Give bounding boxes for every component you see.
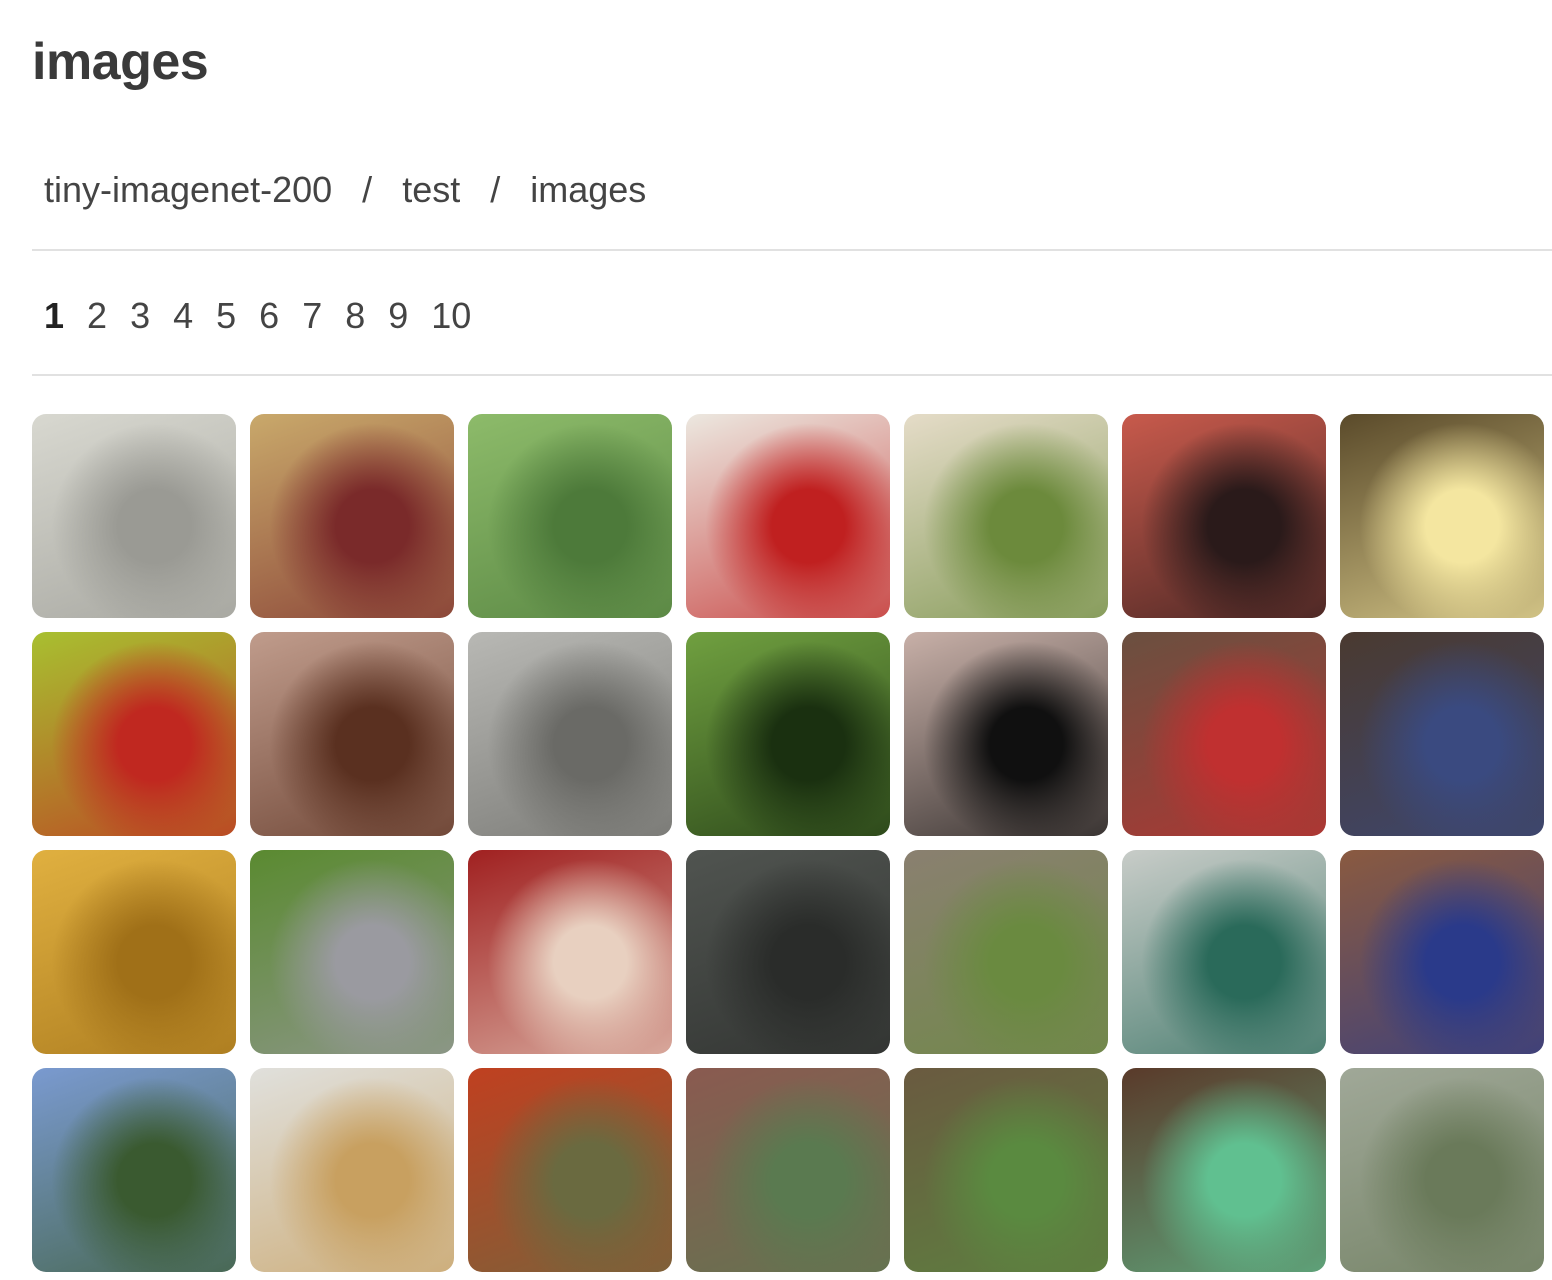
thumbnail-wall-lamps[interactable]: [1340, 414, 1544, 618]
thumbnail-tarantula[interactable]: [250, 632, 454, 836]
page-link-3[interactable]: 3: [130, 298, 150, 334]
page-link-9[interactable]: 9: [388, 298, 408, 334]
page-link-1: 1: [44, 295, 65, 336]
page: images tiny-imagenet-200 / test / images…: [0, 0, 1552, 1280]
thumbnail-insect-on-leaf[interactable]: [686, 632, 890, 836]
thumbnail-lawn-mower[interactable]: [250, 850, 454, 1054]
thumbnail-kimono[interactable]: [1122, 414, 1326, 618]
thumbnail-puppy-on-grass[interactable]: [904, 414, 1108, 618]
thumbnail-ladybug[interactable]: [32, 632, 236, 836]
page-link-5[interactable]: 5: [216, 298, 236, 334]
page-link-2[interactable]: 2: [87, 298, 107, 334]
thumbnail-mountain-valley[interactable]: [32, 1068, 236, 1272]
thumbnail-street-festival[interactable]: [1122, 632, 1326, 836]
thumbnail-pizza[interactable]: [468, 1068, 672, 1272]
divider: [32, 374, 1552, 376]
breadcrumb-item-test[interactable]: test: [402, 172, 460, 208]
pagination: 1 2 3 4 5 6 7 8 9 10: [44, 298, 494, 334]
page-title: images: [32, 33, 209, 91]
thumbnail-tree-trunk[interactable]: [904, 1068, 1108, 1272]
thumbnail-dark-water[interactable]: [686, 850, 890, 1054]
breadcrumb-separator: /: [490, 169, 501, 210]
thumbnail-woman-sitting[interactable]: [1340, 850, 1544, 1054]
page-link-6[interactable]: 6: [259, 298, 279, 334]
thumbnail-painted-trees[interactable]: [1122, 1068, 1326, 1272]
page-link-8[interactable]: 8: [345, 298, 365, 334]
thumbnail-stage-performers[interactable]: [1340, 632, 1544, 836]
thumbnail-grid: [32, 414, 1544, 1272]
thumbnail-dining-table[interactable]: [1122, 850, 1326, 1054]
breadcrumb-item-images: images: [530, 169, 647, 210]
page-link-10[interactable]: 10: [431, 298, 471, 334]
thumbnail-syringe[interactable]: [686, 414, 890, 618]
thumbnail-roasted-cauliflower[interactable]: [32, 850, 236, 1054]
divider: [32, 249, 1552, 251]
breadcrumb-separator: /: [362, 169, 373, 210]
thumbnail-insect-on-ground[interactable]: [904, 632, 1108, 836]
thumbnail-rocky-slope[interactable]: [1340, 1068, 1544, 1272]
page-link-7[interactable]: 7: [302, 298, 322, 334]
thumbnail-kitten-on-tree[interactable]: [904, 850, 1108, 1054]
thumbnail-canyon-cliff[interactable]: [686, 1068, 890, 1272]
thumbnail-guacamole-bowl[interactable]: [468, 414, 672, 618]
thumbnail-pomegranate[interactable]: [468, 850, 672, 1054]
thumbnail-labrador[interactable]: [250, 1068, 454, 1272]
breadcrumb-item-tiny-imagenet-200[interactable]: tiny-imagenet-200: [44, 172, 332, 208]
thumbnail-cat-in-cage[interactable]: [468, 632, 672, 836]
breadcrumb: tiny-imagenet-200 / test / images: [44, 172, 646, 208]
thumbnail-white-vase[interactable]: [32, 414, 236, 618]
page-link-4[interactable]: 4: [173, 298, 193, 334]
thumbnail-berry-crumble[interactable]: [250, 414, 454, 618]
